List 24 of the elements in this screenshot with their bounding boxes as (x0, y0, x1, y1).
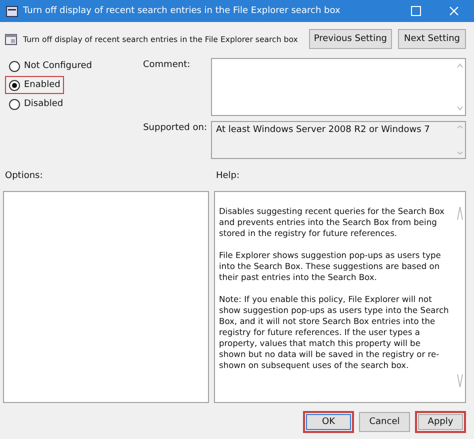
help-text: Note: If you enable this policy, File Explorer will not show suggestion pop-ups as users type into the Search Box, and it will not store Search Box entries into the registry for future references. If the user types a property, values that match this property will be shown but no data will be saved in the registry or re-shown on subsequent uses of the search box. (219, 294, 449, 371)
nav-button[interactable]: Previous Setting (308, 29, 392, 49)
state-radio[interactable]: Enabled (6, 77, 64, 93)
maximize-icon[interactable] (411, 6, 421, 16)
dialog-button[interactable]: OK (303, 411, 354, 433)
help-label: Help: (216, 171, 241, 181)
options-label: Options: (5, 171, 44, 181)
scrollbar[interactable] (456, 61, 464, 113)
comment-field[interactable] (211, 58, 466, 116)
close-icon[interactable] (449, 6, 459, 16)
policy-icon (5, 34, 17, 44)
window-title: Turn off display of recent search entries in the File Explorer search box (23, 6, 342, 16)
nav-button[interactable]: Next Setting (398, 29, 466, 49)
help-text: File Explorer shows suggestion pop-ups as users type into the Search Box. These suggestions are based on their past entries into the Search Box. (219, 250, 442, 283)
policy-icon (6, 6, 18, 16)
supported-label: Supported on: (143, 122, 208, 135)
help-text: Disables suggesting recent queries for the Search Box and prevents entries into the Search Box from being stored in the registry for future references. (219, 206, 446, 239)
state-radio[interactable]: Disabled (6, 96, 66, 112)
state-radio[interactable]: Not Configured (6, 58, 95, 74)
scrollbar[interactable] (456, 124, 464, 156)
dialog-button[interactable]: Cancel (359, 412, 410, 432)
comment-label: Comment: (143, 59, 192, 72)
dialog-button[interactable]: Apply (415, 411, 466, 433)
supported-field: At least Windows Server 2008 R2 or Windows 7 (211, 121, 466, 159)
